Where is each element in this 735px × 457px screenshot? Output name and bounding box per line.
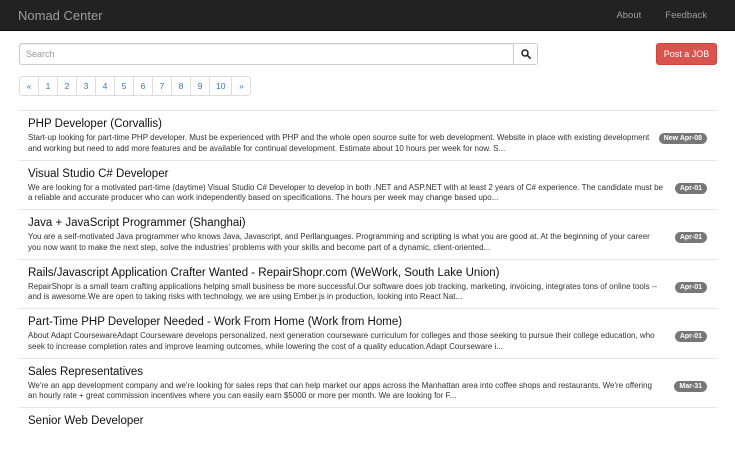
job-list-item[interactable]: Java + JavaScript Programmer (Shanghai) … xyxy=(19,209,717,259)
job-title[interactable]: PHP Developer (Corvallis) xyxy=(28,118,677,130)
pagination: « 1 2 3 4 5 6 7 8 9 10 » xyxy=(19,76,252,96)
pagination-prev[interactable]: « xyxy=(19,76,39,96)
job-list-item[interactable]: Rails/Javascript Application Crafter Wan… xyxy=(19,258,717,309)
job-title[interactable]: Part-Time PHP Developer Needed - Work Fr… xyxy=(28,316,677,328)
job-description: We're an app development company and we'… xyxy=(28,380,652,401)
job-description: About Adapt CoursewareAdapt Courseware d… xyxy=(28,331,655,351)
job-list-item[interactable]: Senior Web Developer xyxy=(19,407,717,457)
pagination-page-6[interactable]: 6 xyxy=(133,76,153,96)
pagination-page-3[interactable]: 3 xyxy=(76,76,96,96)
job-list-item[interactable]: Part-Time PHP Developer Needed - Work Fr… xyxy=(19,308,717,358)
job-description: You are a self-motivated Java programmer… xyxy=(28,232,650,252)
job-title[interactable]: Visual Studio C# Developer xyxy=(28,168,677,180)
nav-link-about[interactable]: About xyxy=(616,10,641,21)
date-badge: Apr-01 xyxy=(674,182,707,194)
search-group xyxy=(19,43,538,65)
search-button[interactable] xyxy=(513,43,538,65)
post-job-button[interactable]: Post a JOB xyxy=(656,43,717,65)
date-badge: New Apr-08 xyxy=(658,133,707,144)
job-title[interactable]: Senior Web Developer xyxy=(28,415,677,427)
pagination-page-4[interactable]: 4 xyxy=(95,76,115,96)
pagination-page-9[interactable]: 9 xyxy=(190,76,210,96)
pagination-page-1[interactable]: 1 xyxy=(38,76,58,96)
job-title[interactable]: Sales Representatives xyxy=(28,366,677,378)
pagination-page-5[interactable]: 5 xyxy=(114,76,134,96)
pagination-page-8[interactable]: 8 xyxy=(171,76,191,96)
nav-links: About Feedback xyxy=(616,10,717,21)
toolbar: Post a JOB xyxy=(19,43,717,65)
job-description: We are looking for a motivated part-time… xyxy=(28,182,664,203)
pagination-next[interactable]: » xyxy=(231,76,252,96)
pagination-page-2[interactable]: 2 xyxy=(57,76,77,96)
job-list-item[interactable]: Visual Studio C# Developer We are lookin… xyxy=(19,159,717,210)
brand-logo[interactable]: Nomad Center xyxy=(18,8,103,23)
job-title[interactable]: Rails/Javascript Application Crafter Wan… xyxy=(28,267,677,279)
job-description: Start-up looking for part-time PHP devel… xyxy=(28,133,650,153)
date-badge: Mar-31 xyxy=(674,380,707,392)
nav-link-feedback[interactable]: Feedback xyxy=(665,10,707,21)
job-list-item[interactable]: PHP Developer (Corvallis) Start-up looki… xyxy=(19,110,717,160)
search-icon xyxy=(520,49,531,59)
job-list: PHP Developer (Corvallis) Start-up looki… xyxy=(19,110,717,457)
date-badge: Apr-01 xyxy=(674,331,707,342)
job-title[interactable]: Java + JavaScript Programmer (Shanghai) xyxy=(28,217,677,229)
navbar: Nomad Center About Feedback xyxy=(0,0,735,31)
job-list-item[interactable]: Sales Representatives We're an app devel… xyxy=(19,357,717,408)
job-description: RepairShopr is a small team crafting app… xyxy=(28,281,658,302)
pagination-page-7[interactable]: 7 xyxy=(152,76,172,96)
date-badge: Apr-01 xyxy=(674,281,707,293)
pagination-page-10[interactable]: 10 xyxy=(209,76,233,96)
search-input[interactable] xyxy=(19,43,513,65)
date-badge: Apr-01 xyxy=(674,232,707,243)
